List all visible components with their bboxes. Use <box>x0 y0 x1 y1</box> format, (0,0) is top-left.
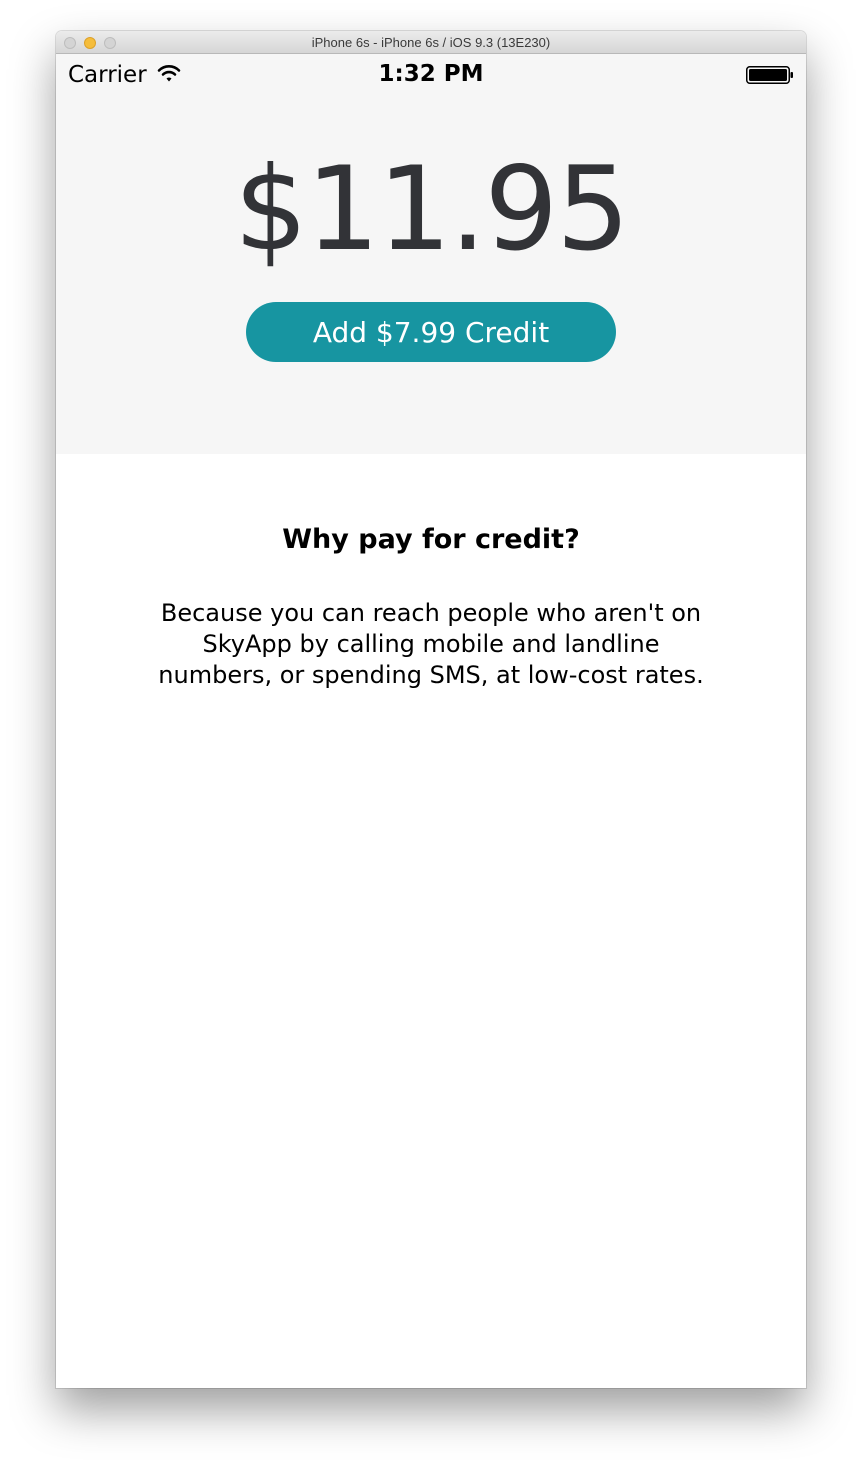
status-bar: Carrier 1:32 PM <box>56 54 806 94</box>
balance-section: Carrier 1:32 PM $11.95 Add $7.99 Credit <box>56 54 806 454</box>
battery-icon <box>746 66 793 84</box>
window-titlebar[interactable]: iPhone 6s - iPhone 6s / iOS 9.3 (13E230) <box>56 31 806 54</box>
balance-amount: $11.95 <box>234 142 630 277</box>
status-time: 1:32 PM <box>378 61 484 87</box>
info-heading: Why pay for credit? <box>282 524 580 555</box>
phone-screen: Carrier 1:32 PM $11.95 Add $7.99 Credit … <box>56 54 806 1388</box>
add-credit-button[interactable]: Add $7.99 Credit <box>246 302 616 362</box>
window-title: iPhone 6s - iPhone 6s / iOS 9.3 (13E230) <box>311 35 551 50</box>
info-description: Because you can reach people who aren't … <box>158 599 704 689</box>
simulator-window: iPhone 6s - iPhone 6s / iOS 9.3 (13E230)… <box>56 31 806 1388</box>
